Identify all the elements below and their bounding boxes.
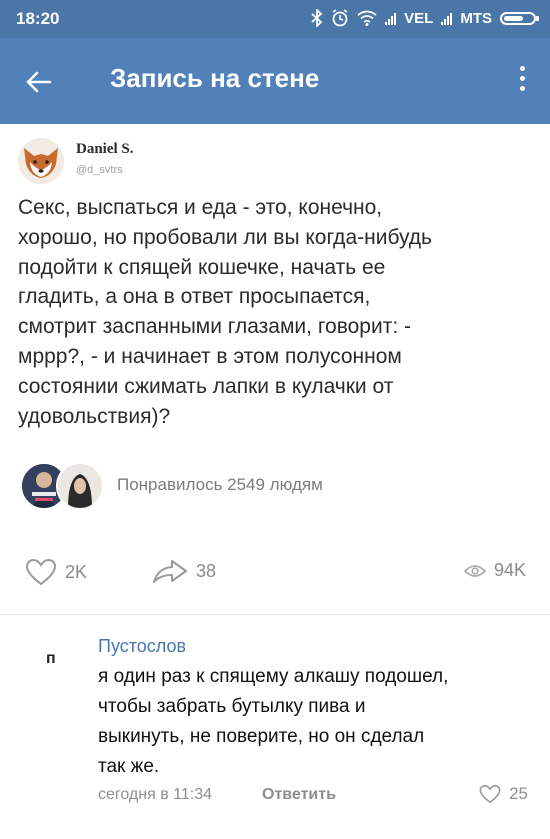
comment-time: сегодня в 11:34	[98, 786, 213, 803]
carrier-1: VEL	[404, 9, 434, 27]
more-vertical-icon[interactable]	[514, 66, 530, 96]
page-title: Запись на стене	[110, 63, 320, 93]
like-button[interactable]: 2K	[25, 558, 87, 586]
signal-icon	[385, 11, 397, 25]
author-avatar[interactable]	[18, 138, 64, 184]
views-counter: 94K	[463, 560, 526, 581]
bluetooth-icon	[311, 9, 323, 27]
post-text: Секс, выспаться и еда - это, конечно, хо…	[18, 196, 433, 428]
app-bar: Запись на стене	[0, 38, 550, 124]
fox-avatar-icon	[18, 138, 64, 184]
comment-avatar[interactable]: п	[46, 650, 64, 668]
comment-like-button[interactable]: 25	[479, 784, 528, 804]
views-count: 94K	[493, 560, 526, 580]
avatar	[56, 462, 104, 510]
like-count: 2K	[65, 561, 88, 582]
alarm-icon	[332, 9, 348, 27]
status-icons: VEL MTS	[311, 9, 539, 27]
heart-icon	[479, 784, 501, 804]
share-icon	[153, 560, 187, 583]
share-button[interactable]: 38	[152, 558, 216, 584]
divider	[0, 614, 550, 615]
heart-icon	[25, 558, 57, 586]
author-name[interactable]: Daniel S.	[76, 141, 134, 158]
share-count: 38	[196, 560, 217, 581]
battery-icon	[500, 11, 539, 25]
comment-like-count: 25	[509, 784, 528, 803]
liked-by-avatars[interactable]	[20, 462, 104, 510]
status-bar: 18:20 VEL MTS	[0, 0, 550, 38]
liked-by-text[interactable]: Понравилось 2549 людям	[117, 475, 323, 495]
author-handle: @d_svtrs	[76, 164, 123, 176]
wifi-icon	[357, 10, 377, 26]
comment-text: я один раз к спящему алкашу подошел, что…	[98, 666, 449, 777]
eye-icon	[463, 564, 486, 577]
carrier-2: MTS	[460, 9, 492, 27]
comment-author[interactable]: Пустослов	[98, 636, 186, 657]
signal-icon-2	[441, 11, 453, 25]
reply-button[interactable]: Ответить	[262, 786, 336, 804]
status-time: 18:20	[16, 9, 60, 28]
arrow-left-icon[interactable]	[20, 62, 60, 102]
